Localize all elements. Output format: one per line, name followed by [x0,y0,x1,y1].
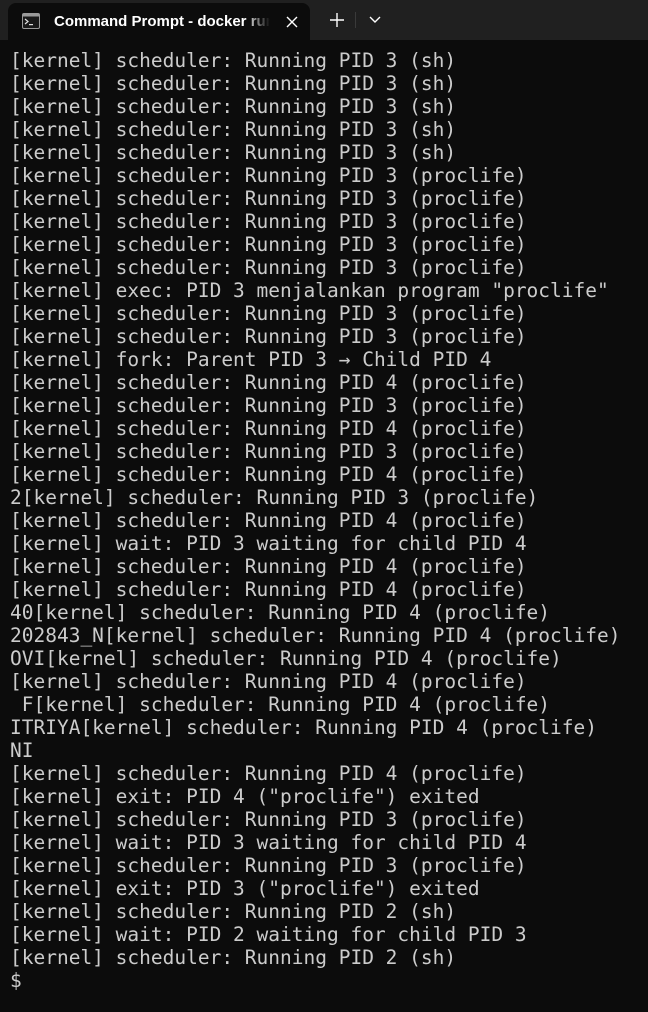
toolbar-divider [355,12,356,28]
terminal-line: [kernel] scheduler: Running PID 3 (procl… [10,302,527,325]
terminal-line: [kernel] wait: PID 3 waiting for child P… [10,532,527,555]
terminal-line: [kernel] scheduler: Running PID 4 (procl… [10,578,527,601]
terminal-icon [22,13,40,29]
terminal-line: [kernel] scheduler: Running PID 2 (sh) [10,900,457,923]
shell-prompt[interactable]: $ [10,969,642,992]
terminal-line: [kernel] scheduler: Running PID 4 (procl… [10,670,527,693]
terminal-line: [kernel] scheduler: Running PID 4 (procl… [10,762,527,785]
terminal-window: Command Prompt - docker run [kernel] sch… [0,0,648,1012]
title-bar: Command Prompt - docker run [0,0,648,40]
terminal-line: [kernel] scheduler: Running PID 4 (procl… [10,509,527,532]
terminal-line: [kernel] scheduler: Running PID 3 (procl… [10,187,527,210]
terminal-line: [kernel] scheduler: Running PID 3 (procl… [10,164,527,187]
terminal-line: 2[kernel] scheduler: Running PID 3 (proc… [10,486,539,509]
terminal-line: [kernel] scheduler: Running PID 3 (procl… [10,325,527,348]
terminal-line: ITRIYA[kernel] scheduler: Running PID 4 … [10,716,597,739]
close-icon[interactable] [280,11,304,33]
terminal-line: [kernel] scheduler: Running PID 3 (sh) [10,72,457,95]
terminal-line: [kernel] scheduler: Running PID 3 (sh) [10,141,457,164]
terminal-line: [kernel] exit: PID 3 ("proclife") exited [10,877,480,900]
terminal-line: [kernel] scheduler: Running PID 3 (procl… [10,394,527,417]
terminal-line: [kernel] scheduler: Running PID 3 (sh) [10,118,457,141]
terminal-line: F[kernel] scheduler: Running PID 4 (proc… [10,693,551,716]
terminal-line: 202843_N[kernel] scheduler: Running PID … [10,624,621,647]
terminal-line: [kernel] exec: PID 3 menjalankan program… [10,279,609,302]
chevron-down-icon[interactable] [362,8,388,32]
terminal-line: [kernel] fork: Parent PID 3 → Child PID … [10,348,492,371]
terminal-output[interactable]: [kernel] scheduler: Running PID 3 (sh) [k… [10,49,642,1004]
terminal-line: [kernel] scheduler: Running PID 4 (procl… [10,371,527,394]
terminal-line: [kernel] exit: PID 4 ("proclife") exited [10,785,480,808]
terminal-line: [kernel] scheduler: Running PID 3 (procl… [10,440,527,463]
terminal-line: [kernel] wait: PID 2 waiting for child P… [10,923,527,946]
terminal-line: OVI[kernel] scheduler: Running PID 4 (pr… [10,647,562,670]
terminal-line: [kernel] scheduler: Running PID 3 (procl… [10,808,527,831]
tab-command-prompt[interactable]: Command Prompt - docker run [8,3,310,40]
terminal-line: [kernel] scheduler: Running PID 3 (sh) [10,49,457,72]
terminal-line: [kernel] scheduler: Running PID 3 (procl… [10,256,527,279]
terminal-line: [kernel] scheduler: Running PID 4 (procl… [10,463,527,486]
terminal-line: 40[kernel] scheduler: Running PID 4 (pro… [10,601,551,624]
terminal-line: [kernel] scheduler: Running PID 2 (sh) [10,946,457,969]
tab-title: Command Prompt - docker run [54,13,270,30]
terminal-line: NI [10,739,34,762]
terminal-line: [kernel] scheduler: Running PID 3 (procl… [10,854,527,877]
terminal-line: [kernel] scheduler: Running PID 4 (procl… [10,555,527,578]
terminal-line: [kernel] scheduler: Running PID 3 (procl… [10,233,527,256]
terminal-line: [kernel] scheduler: Running PID 4 (procl… [10,417,527,440]
terminal-line: [kernel] scheduler: Running PID 3 (sh) [10,95,457,118]
terminal-line: [kernel] scheduler: Running PID 3 (procl… [10,210,527,233]
terminal-line: [kernel] wait: PID 3 waiting for child P… [10,831,527,854]
plus-icon[interactable] [324,8,350,32]
